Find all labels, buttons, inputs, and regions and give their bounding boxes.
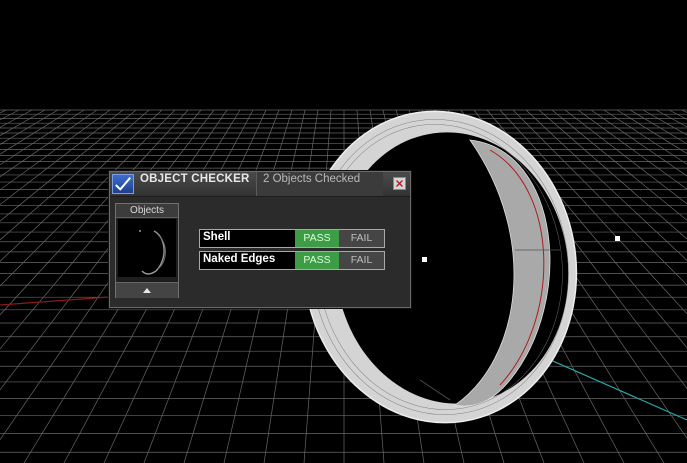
triangle-up-icon xyxy=(143,288,151,293)
pass-button[interactable]: PASS xyxy=(295,252,339,269)
scroll-up-button[interactable] xyxy=(116,282,178,298)
close-icon xyxy=(396,180,403,187)
check-row-naked-edges: Naked Edges PASS FAIL xyxy=(199,251,385,270)
fail-button[interactable]: FAIL xyxy=(339,230,384,247)
objects-preview[interactable]: Objects xyxy=(115,203,179,298)
gumball-handle[interactable] xyxy=(422,257,427,262)
object-thumbnail[interactable] xyxy=(118,219,176,277)
objects-label: Objects xyxy=(116,204,178,218)
close-button[interactable] xyxy=(393,177,406,190)
panel-title: OBJECT CHECKER xyxy=(140,173,250,185)
check-label: Shell xyxy=(203,231,231,243)
panel-titlebar[interactable]: OBJECT CHECKER 2 Objects Checked xyxy=(110,172,410,197)
checkmark-logo-icon xyxy=(112,174,134,194)
pass-button[interactable]: PASS xyxy=(295,230,339,247)
object-checker-panel[interactable]: OBJECT CHECKER 2 Objects Checked Objects… xyxy=(109,171,411,308)
check-row-shell: Shell PASS FAIL xyxy=(199,229,385,248)
check-label: Naked Edges xyxy=(203,253,276,265)
status-section: 2 Objects Checked xyxy=(256,172,383,196)
gumball-handle[interactable] xyxy=(615,236,620,241)
objects-checked-status: 2 Objects Checked xyxy=(263,173,361,185)
fail-button[interactable]: FAIL xyxy=(339,252,384,269)
